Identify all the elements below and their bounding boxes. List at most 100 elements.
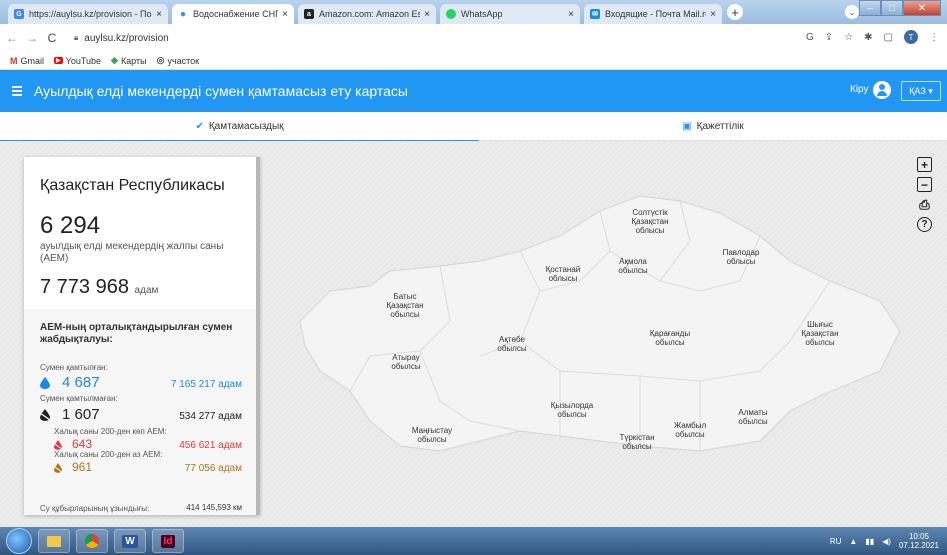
browser-tab-1[interactable]: ● Водоснабжение СНП × <box>172 4 294 24</box>
folder-icon <box>47 535 61 547</box>
tab-label: Қажеттілік <box>696 121 744 132</box>
new-tab-button[interactable]: + <box>727 4 743 20</box>
chevron-down-icon[interactable]: ⌄ <box>845 5 859 19</box>
browser-tab-title: https://auylsu.kz/provision - Пои <box>29 9 153 19</box>
close-icon[interactable]: × <box>282 9 288 20</box>
pipes-value: 414 145,593 км <box>186 503 242 512</box>
region-north-kazakhstan[interactable]: Солтүстік Қазақстан облысы <box>625 208 675 235</box>
zoom-out-button[interactable]: − <box>917 177 932 192</box>
under200-count[interactable]: 961 <box>72 460 92 474</box>
close-icon[interactable]: × <box>424 9 430 20</box>
region-aktobe[interactable]: Ақтөбе обылсы <box>490 335 534 353</box>
volume-icon[interactable]: ◀) <box>882 537 891 546</box>
start-button[interactable] <box>6 528 32 554</box>
url-text: auylsu.kz/provision <box>84 32 169 44</box>
star-icon[interactable]: ☆ <box>844 32 853 43</box>
region-karaganda[interactable]: Қарағанды обылсы <box>640 329 700 347</box>
sidepanel-icon[interactable]: ▢ <box>884 32 893 43</box>
taskbar-chrome[interactable] <box>76 529 108 553</box>
login-link[interactable]: Кіру <box>850 84 869 95</box>
close-icon[interactable]: × <box>156 9 162 20</box>
not-provided-people: 534 277 адам <box>179 411 242 422</box>
map-tools: + − ⎙ ? <box>917 157 932 232</box>
browser-tab-4[interactable]: ✉ Входящие - Почта Mail.ru × <box>584 4 722 24</box>
window-close-button[interactable]: ✕ <box>903 0 941 16</box>
window-controls: – □ ✕ <box>859 0 941 16</box>
population-unit: адам <box>134 285 159 296</box>
minimize-button[interactable]: – <box>859 0 881 16</box>
bookmark-label: Карты <box>120 55 147 66</box>
whatsapp-icon <box>446 9 456 19</box>
bookmark-gmail[interactable]: M Gmail <box>10 56 44 66</box>
under200-people: 77 056 адам <box>184 463 242 474</box>
region-atyrau[interactable]: Атырау обылсы <box>384 353 428 371</box>
language-indicator[interactable]: RU <box>830 537 842 546</box>
bookmark-label: Gmail <box>20 55 45 66</box>
back-arrow-icon[interactable]: ← <box>4 31 20 45</box>
provided-count[interactable]: 4 687 <box>62 374 100 391</box>
google-icon: G <box>14 9 24 19</box>
help-icon[interactable]: ? <box>917 217 932 232</box>
browser-tab-0[interactable]: G https://auylsu.kz/provision - Пои × <box>8 4 168 24</box>
region-zhambyl[interactable]: Жамбыл обылсы <box>668 421 712 439</box>
taskbar-indesign[interactable]: Id <box>152 529 184 553</box>
user-icon[interactable] <box>873 81 891 99</box>
url-field[interactable]: 🔒︎ auylsu.kz/provision <box>74 33 169 44</box>
zoom-in-button[interactable]: + <box>917 157 932 172</box>
water-supply-section: АЕМ-ның орталықтандырылған сумен жабдықт… <box>24 309 256 515</box>
taskbar-word[interactable]: W <box>114 529 146 553</box>
mail-icon: ✉ <box>590 9 600 19</box>
region-almaty[interactable]: Алматы обылсы <box>730 408 776 426</box>
over200-people: 456 621 адам <box>179 440 242 451</box>
region-pavlodar[interactable]: Павлодар облысы <box>714 248 768 266</box>
browser-tab-2[interactable]: a Amazon.com: Amazon Essentials × <box>298 4 436 24</box>
google-lens-icon[interactable]: G <box>806 32 814 43</box>
tray-arrow-icon[interactable]: ▲ <box>849 537 857 546</box>
language-select[interactable]: ҚАЗ ▾ <box>901 81 941 101</box>
bookmark-plot[interactable]: ◎ участок <box>157 55 200 66</box>
profile-avatar[interactable]: T <box>904 30 918 44</box>
tab-provision[interactable]: ✔ Қамтамасыздық <box>0 112 479 142</box>
region-west-kazakhstan[interactable]: Батыс Қазақстан обылсы <box>380 292 430 319</box>
region-turkistan[interactable]: Түркістан обылсы <box>612 433 662 451</box>
population-value: 7 773 968 <box>40 276 129 298</box>
close-icon[interactable]: × <box>568 9 574 20</box>
bookmark-maps[interactable]: ◆ Карты <box>111 55 147 66</box>
extensions-icon[interactable]: ✱ <box>864 32 872 43</box>
taskbar-explorer[interactable] <box>38 529 70 553</box>
print-icon[interactable]: ⎙ <box>917 197 932 212</box>
crossed-drop-icon <box>54 440 62 450</box>
amazon-icon: a <box>304 9 314 19</box>
forward-arrow-icon[interactable]: → <box>24 31 40 45</box>
over200-count[interactable]: 643 <box>72 437 92 451</box>
bookmark-label: YouTube <box>65 55 102 66</box>
youtube-icon: ▶ <box>54 57 63 64</box>
region-east-kazakhstan[interactable]: Шығыс Қазақстан обылсы <box>792 320 848 347</box>
bookmark-youtube[interactable]: ▶ YouTube <box>54 56 101 66</box>
section-title: АЕМ-ның орталықтандырылған сумен жабдықт… <box>40 322 233 345</box>
region-kyzylorda[interactable]: Қызылорда обылсы <box>540 401 604 419</box>
tab-need[interactable]: ▣ Қажеттілік <box>479 112 947 141</box>
lock-icon: 🔒︎ <box>74 33 79 42</box>
region-mangystau[interactable]: Маңғыстау обылсы <box>404 426 460 444</box>
region-akmola[interactable]: Ақмола обылсы <box>608 257 658 275</box>
pipes-label: Су құбырларының ұзындығы: <box>40 504 150 513</box>
maximize-button[interactable]: □ <box>881 0 903 16</box>
region-kostanay[interactable]: Қостанай облысы <box>538 265 588 283</box>
browser-tab-3[interactable]: WhatsApp × <box>440 4 580 24</box>
close-icon[interactable]: × <box>710 9 716 20</box>
toolbar-icons: G ⇪ ☆ ✱ ▢ T ⋮ <box>806 30 939 44</box>
hamburger-menu-icon[interactable] <box>12 86 22 96</box>
chrome-icon <box>85 534 99 548</box>
share-icon[interactable]: ⇪ <box>825 32 833 43</box>
menu-dots-icon[interactable]: ⋮ <box>929 32 939 43</box>
info-panel: Қазақстан Республикасы 6 294 ауылдық елд… <box>24 157 260 515</box>
reload-icon[interactable]: C <box>44 31 60 45</box>
not-provided-count[interactable]: 1 607 <box>62 406 100 423</box>
network-icon[interactable]: ▮▮ <box>865 537 874 546</box>
browser-tab-title: Водоснабжение СНП <box>193 9 279 19</box>
calendar-icon: ▣ <box>682 121 692 132</box>
bookmarks-bar: M Gmail ▶ YouTube ◆ Карты ◎ участок <box>0 52 947 70</box>
globe-icon: ◎ <box>156 55 165 65</box>
clock[interactable]: 10:05 07.12.2021 <box>899 532 939 550</box>
